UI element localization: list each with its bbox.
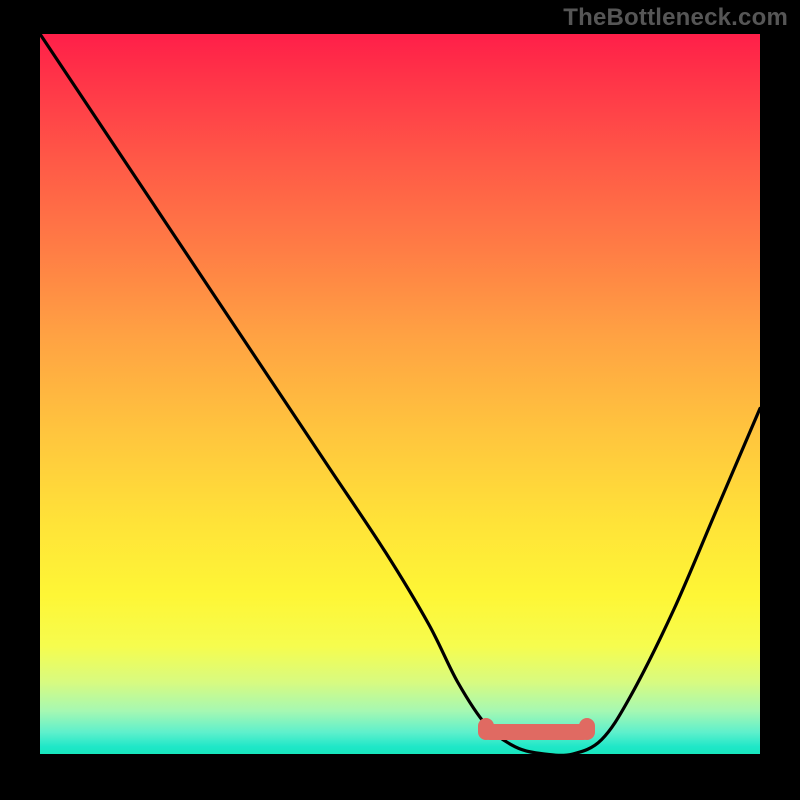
bottleneck-curve	[40, 34, 760, 754]
optimal-range-band	[482, 724, 591, 740]
optimal-range-left-handle	[478, 718, 494, 740]
optimal-range-right-handle	[579, 718, 595, 740]
chart-frame: TheBottleneck.com	[0, 0, 800, 800]
watermark-text: TheBottleneck.com	[563, 4, 788, 32]
plot-area	[40, 34, 760, 754]
